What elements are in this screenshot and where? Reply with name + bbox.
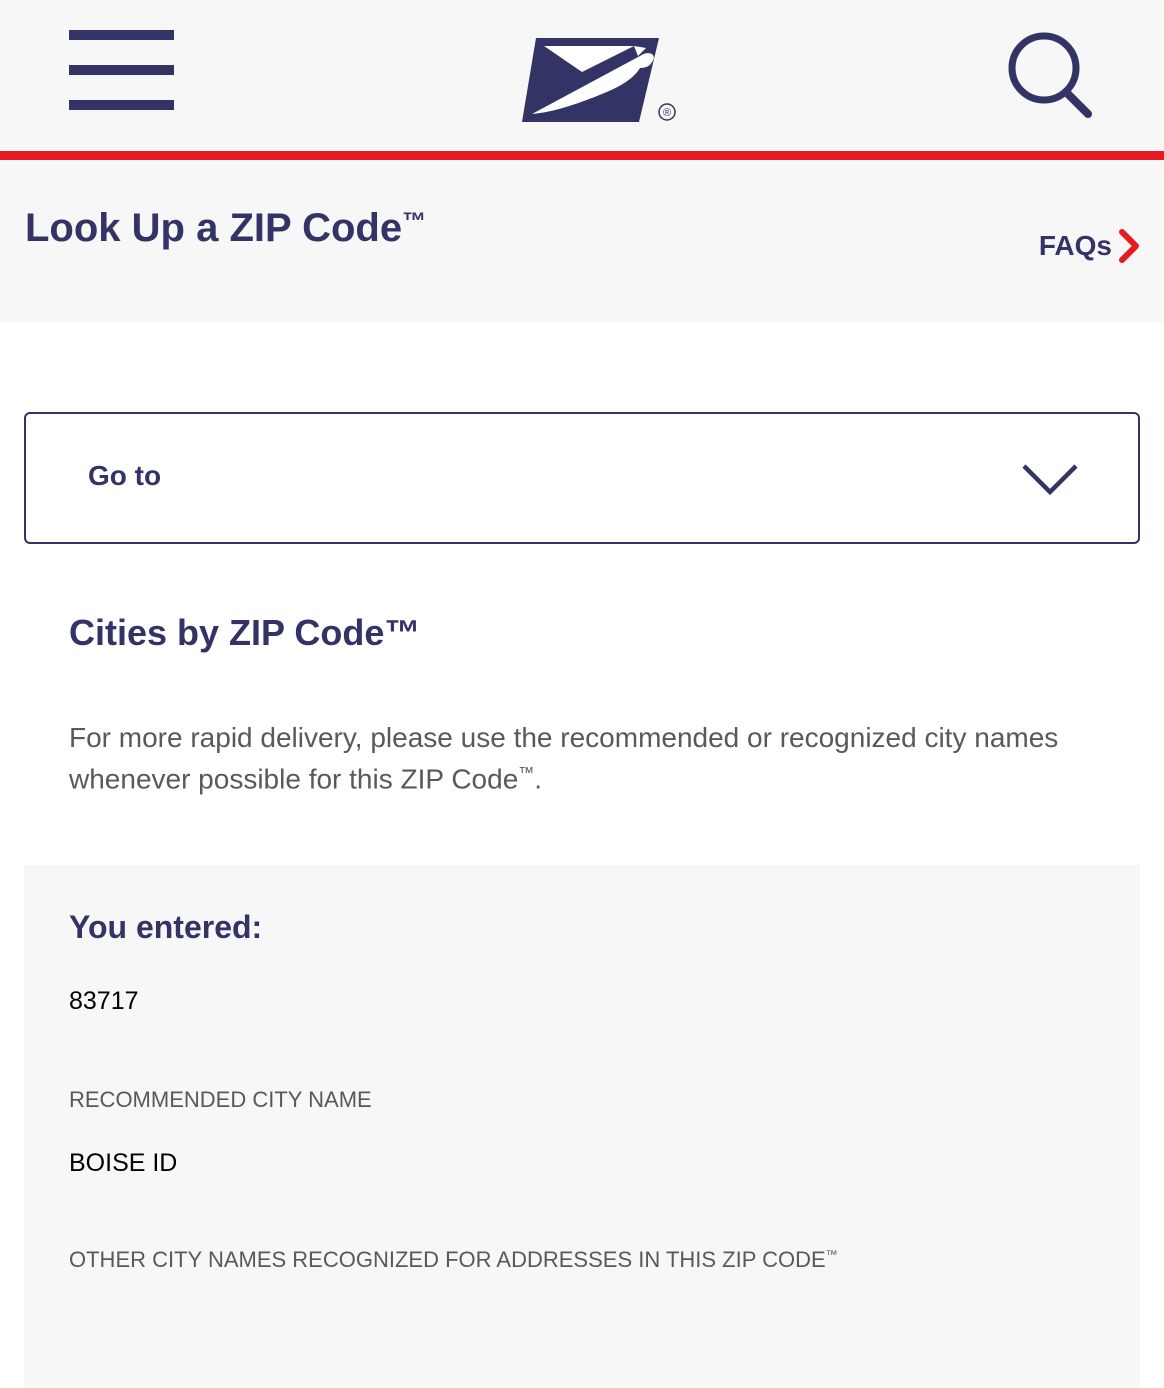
intro-text: For more rapid delivery, please use the … xyxy=(69,722,1059,795)
page-title-text: Look Up a ZIP Code xyxy=(25,206,403,250)
faqs-link[interactable]: FAQs xyxy=(1039,228,1142,264)
cities-section-title: Cities by ZIP Code™ xyxy=(69,612,421,653)
result-panel: You entered: 83717 RECOMMENDED CITY NAME… xyxy=(24,865,1140,1388)
goto-dropdown[interactable]: Go to xyxy=(24,412,1140,544)
recommended-city-value: BOISE ID xyxy=(69,1149,178,1177)
recommended-city-label: RECOMMENDED CITY NAME xyxy=(69,1087,372,1112)
faqs-label: FAQs xyxy=(1038,230,1112,261)
header-red-bar xyxy=(0,151,1164,160)
entered-zip-value: 83717 xyxy=(69,987,139,1015)
usps-logo[interactable]: ® xyxy=(522,34,682,126)
intro-end: . xyxy=(534,763,543,795)
goto-label: Go to xyxy=(88,460,162,491)
other-label-tm: ™ xyxy=(825,1247,838,1262)
page-title-tm: ™ xyxy=(402,208,427,235)
hamburger-menu-icon[interactable] xyxy=(69,30,174,110)
other-city-names-label: OTHER CITY NAMES RECOGNIZED FOR ADDRESSE… xyxy=(69,1247,838,1273)
cities-intro-text: For more rapid delivery, please use the … xyxy=(69,720,1149,797)
registered-mark: ® xyxy=(663,107,671,119)
you-entered-heading: You entered: xyxy=(69,909,263,945)
chevron-right-icon xyxy=(1119,229,1139,263)
search-icon[interactable] xyxy=(1006,32,1094,120)
chevron-down-icon xyxy=(1022,464,1078,496)
intro-tm: ™ xyxy=(518,765,535,782)
site-header: ® xyxy=(0,0,1164,151)
other-label-text: OTHER CITY NAMES RECOGNIZED FOR ADDRESSE… xyxy=(69,1247,826,1272)
page-title: Look Up a ZIP Code™ xyxy=(25,202,426,254)
